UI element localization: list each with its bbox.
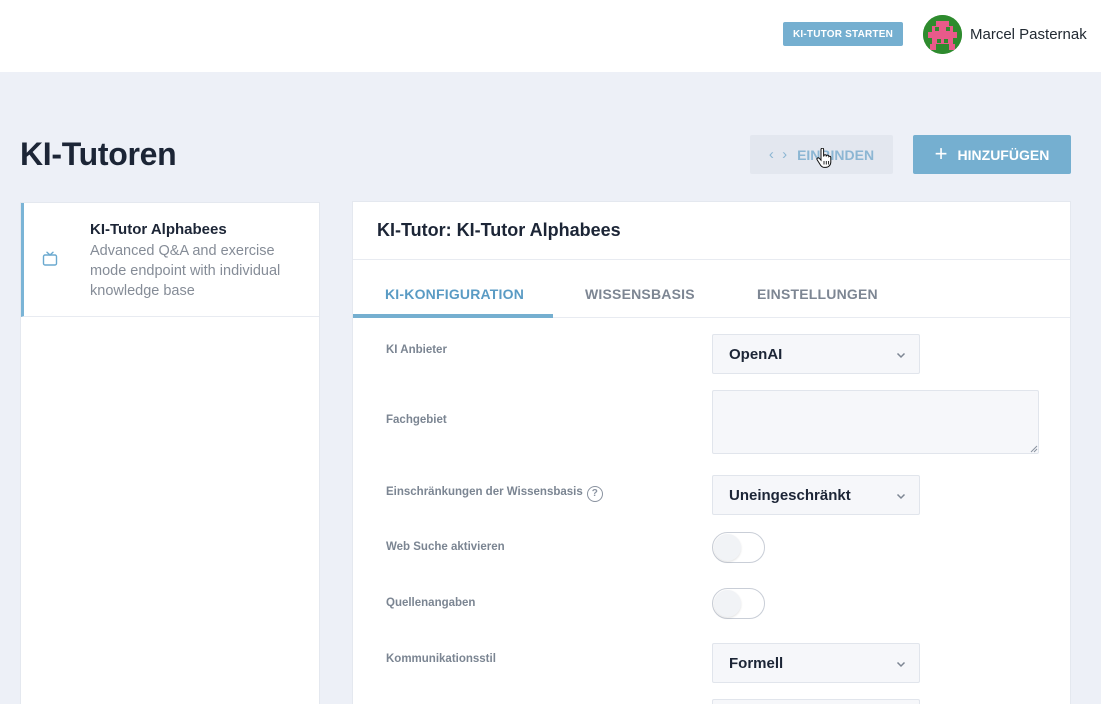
style-select[interactable]: Formell bbox=[712, 643, 920, 683]
hand-cursor-icon bbox=[816, 148, 832, 168]
toggle-knob bbox=[714, 590, 741, 617]
subject-label: Fachgebiet bbox=[386, 414, 447, 426]
chevron-down-icon bbox=[896, 661, 906, 668]
resize-grip-icon[interactable] bbox=[1029, 444, 1038, 453]
websearch-toggle[interactable] bbox=[712, 532, 765, 563]
toggle-knob bbox=[714, 534, 741, 561]
avatar[interactable] bbox=[923, 15, 962, 54]
sources-label: Quellenangaben bbox=[386, 597, 476, 609]
websearch-label: Web Suche aktivieren bbox=[386, 541, 505, 553]
avatar-pixel-icon bbox=[923, 15, 962, 54]
page-title: KI-Tutoren bbox=[20, 136, 177, 172]
sources-toggle[interactable] bbox=[712, 588, 765, 619]
style-value: Formell bbox=[729, 654, 784, 672]
tab-ki-konfiguration[interactable]: KI-KONFIGURATION bbox=[385, 286, 524, 302]
user-name[interactable]: Marcel Pasternak bbox=[970, 26, 1087, 43]
restriction-label: Einschränkungen der Wissensbasis? bbox=[386, 486, 603, 502]
style-label: Kommunikationsstil bbox=[386, 653, 496, 665]
active-tab-indicator bbox=[353, 314, 553, 318]
restriction-value: Uneingeschränkt bbox=[729, 486, 851, 504]
list-item[interactable]: KI-Tutor Alphabees Advanced Q&A and exer… bbox=[21, 203, 319, 317]
tab-wissensbasis[interactable]: WISSENSBASIS bbox=[585, 286, 695, 302]
tutor-list-panel: KI-Tutor Alphabees Advanced Q&A and exer… bbox=[20, 202, 320, 704]
provider-label: KI Anbieter bbox=[386, 344, 447, 356]
tutor-detail-panel: KI-Tutor: KI-Tutor Alphabees KI-KONFIGUR… bbox=[352, 201, 1071, 704]
tab-einstellungen[interactable]: EINSTELLUNGEN bbox=[757, 286, 878, 302]
code-icon: ‹ › bbox=[768, 146, 790, 163]
chevron-down-icon bbox=[896, 352, 906, 359]
restriction-select[interactable]: Uneingeschränkt bbox=[712, 475, 920, 515]
plus-icon: + bbox=[934, 140, 948, 166]
list-item-title: KI-Tutor Alphabees bbox=[90, 221, 227, 238]
restriction-label-text: Einschränkungen der Wissensbasis bbox=[386, 486, 583, 498]
help-circle-icon[interactable]: ? bbox=[586, 486, 603, 502]
next-select-partial[interactable] bbox=[712, 699, 920, 704]
chevron-down-icon bbox=[896, 493, 906, 500]
start-tutor-button[interactable]: KI-TUTOR STARTEN bbox=[783, 22, 903, 46]
detail-title: KI-Tutor: KI-Tutor Alphabees bbox=[377, 220, 621, 240]
provider-select[interactable]: OpenAI bbox=[712, 334, 920, 374]
provider-value: OpenAI bbox=[729, 345, 783, 363]
add-button[interactable]: + HINZUFÜGEN bbox=[913, 135, 1071, 174]
add-button-label: HINZUFÜGEN bbox=[957, 146, 1050, 163]
list-item-description: Advanced Q&A and exercise mode endpoint … bbox=[90, 243, 281, 299]
embed-button-label: EINBINDEN bbox=[797, 146, 875, 163]
tv-icon bbox=[42, 251, 58, 266]
tab-bar: KI-KONFIGURATION WISSENSBASIS EINSTELLUN… bbox=[353, 260, 1070, 318]
top-bar: KI-TUTOR STARTEN Marcel Pasternak bbox=[0, 0, 1101, 72]
subject-textarea[interactable] bbox=[712, 390, 1039, 454]
